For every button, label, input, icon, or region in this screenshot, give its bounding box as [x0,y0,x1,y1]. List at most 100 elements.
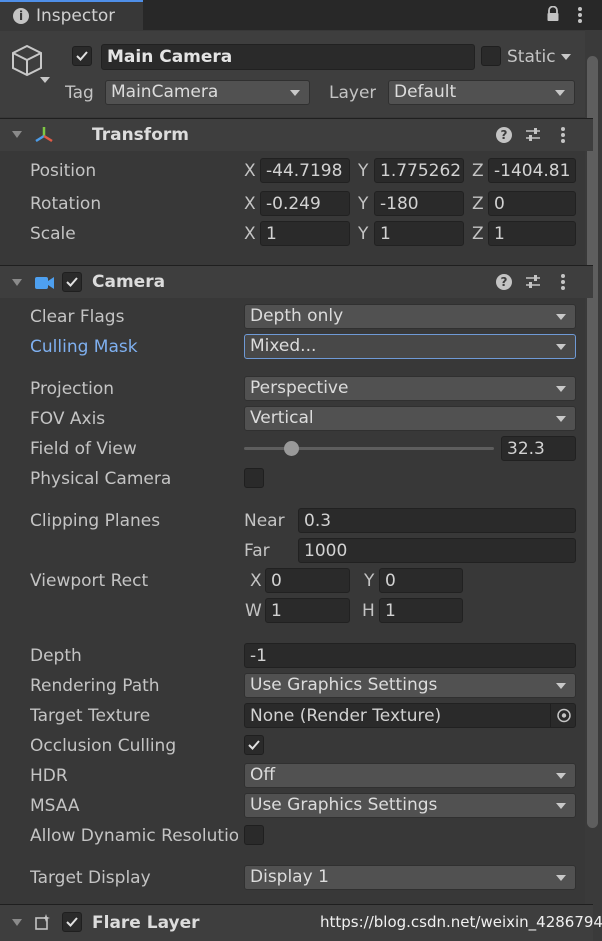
clear-flags-dropdown[interactable]: Depth only [244,304,576,329]
static-label[interactable]: Static [507,47,556,67]
camera-icon [35,275,55,289]
gameobject-active-checkbox[interactable] [72,46,92,66]
flare-layer-enabled-checkbox[interactable] [62,912,82,932]
rotation-z-axis-label[interactable]: Z [472,194,484,214]
presets-icon[interactable] [525,127,541,143]
near-field[interactable]: 0.3 [298,508,576,533]
allow-dynamic-resolution-checkbox[interactable] [244,825,264,845]
position-x-field[interactable]: -44.7198 [260,158,350,183]
foldout-arrow-icon[interactable] [12,919,22,926]
chevron-down-icon [556,683,566,689]
position-z-field[interactable]: -1404.81 [488,158,576,183]
component-menu-icon[interactable] [559,273,567,291]
rotation-label[interactable]: Rotation [30,194,101,214]
depth-field[interactable]: -1 [244,643,576,668]
foldout-arrow-icon[interactable] [12,279,22,286]
chevron-down-icon [556,773,566,779]
projection-dropdown[interactable]: Perspective [244,376,576,401]
camera-header[interactable]: Camera ? [0,265,593,298]
position-label[interactable]: Position [30,161,96,181]
far-label[interactable]: Far [244,541,270,561]
flare-layer-icon [34,913,52,931]
scale-z-field[interactable]: 1 [488,221,576,246]
viewport-y-field[interactable]: 0 [379,568,463,593]
layer-dropdown[interactable]: Default [388,80,575,105]
msaa-dropdown[interactable]: Use Graphics Settings [244,793,576,818]
gameobject-cube-icon[interactable] [10,42,52,86]
kebab-menu-icon[interactable] [576,6,584,24]
lock-icon[interactable] [546,5,560,22]
occlusion-culling-label: Occlusion Culling [30,736,177,756]
rendering-path-value: Use Graphics Settings [250,675,438,695]
rotation-y-axis-label[interactable]: Y [358,194,368,214]
viewport-x-label[interactable]: X [250,571,262,591]
physical-camera-checkbox[interactable] [244,468,264,488]
field-of-view-field[interactable]: 32.3 [501,436,576,461]
rendering-path-label: Rendering Path [30,676,160,696]
static-checkbox[interactable] [481,46,501,66]
fov-axis-value: Vertical [250,408,314,428]
scale-y-axis-label[interactable]: Y [358,224,368,244]
viewport-w-field[interactable]: 1 [265,598,350,623]
scale-z-axis-label[interactable]: Z [472,224,484,244]
tab-inspector[interactable]: i Inspector [0,0,143,31]
tab-label: Inspector [36,6,116,26]
viewport-rect-label: Viewport Rect [30,571,149,591]
hdr-label: HDR [30,766,68,786]
help-icon[interactable]: ? [496,127,512,143]
rotation-z-field[interactable]: 0 [488,191,576,216]
viewport-w-label[interactable]: W [245,601,262,621]
scale-x-field[interactable]: 1 [260,221,350,246]
depth-label[interactable]: Depth [30,646,82,666]
target-display-dropdown[interactable]: Display 1 [244,865,576,890]
presets-icon[interactable] [525,274,541,290]
chevron-down-icon [290,90,300,96]
help-icon[interactable]: ? [496,274,512,290]
allow-dynamic-resolution-label: Allow Dynamic Resolutio [30,826,238,846]
hdr-dropdown[interactable]: Off [244,763,576,788]
rotation-y-field[interactable]: -180 [374,191,464,216]
scale-label[interactable]: Scale [30,224,76,244]
transform-header[interactable]: Transform ? [0,118,593,151]
projection-value: Perspective [250,378,349,398]
gameobject-name-field[interactable]: Main Camera [101,44,475,70]
viewport-h-label[interactable]: H [362,601,375,621]
layer-value: Default [394,82,457,102]
culling-mask-dropdown[interactable]: Mixed... [244,334,576,359]
culling-mask-value: Mixed... [250,336,317,356]
projection-label: Projection [30,379,115,399]
fov-axis-dropdown[interactable]: Vertical [244,406,576,431]
field-of-view-slider-track[interactable] [244,447,494,450]
tag-dropdown[interactable]: MainCamera [105,80,310,105]
position-y-axis-label[interactable]: Y [358,161,368,181]
rotation-x-axis-label[interactable]: X [244,194,256,214]
object-picker-icon[interactable] [550,704,575,727]
position-x-axis-label[interactable]: X [244,161,256,181]
field-of-view-label: Field of View [30,439,137,459]
scale-x-axis-label[interactable]: X [244,224,256,244]
viewport-x-field[interactable]: 0 [265,568,350,593]
layer-label: Layer [329,83,377,103]
viewport-y-label[interactable]: Y [364,571,374,591]
transform-axes-icon [33,124,55,146]
far-field[interactable]: 1000 [298,538,576,563]
rendering-path-dropdown[interactable]: Use Graphics Settings [244,673,576,698]
rotation-x-field[interactable]: -0.249 [260,191,350,216]
position-z-axis-label[interactable]: Z [472,161,484,181]
position-y-field[interactable]: 1.775262 [374,158,464,183]
static-dropdown-arrow-icon[interactable] [561,54,571,60]
chevron-down-icon [555,90,565,96]
camera-enabled-checkbox[interactable] [62,272,82,292]
msaa-value: Use Graphics Settings [250,795,438,815]
scrollbar-thumb[interactable] [587,56,598,828]
scale-y-field[interactable]: 1 [374,221,464,246]
target-texture-field[interactable]: None (Render Texture) [244,703,576,728]
field-of-view-slider-thumb[interactable] [284,441,299,456]
occlusion-culling-checkbox[interactable] [244,735,264,755]
watermark-text: https://blog.csdn.net/weixin_42867940 [320,913,602,931]
foldout-arrow-icon[interactable] [12,131,22,138]
component-menu-icon[interactable] [559,126,567,144]
near-label[interactable]: Near [244,511,285,531]
target-display-value: Display 1 [250,867,329,887]
viewport-h-field[interactable]: 1 [379,598,463,623]
